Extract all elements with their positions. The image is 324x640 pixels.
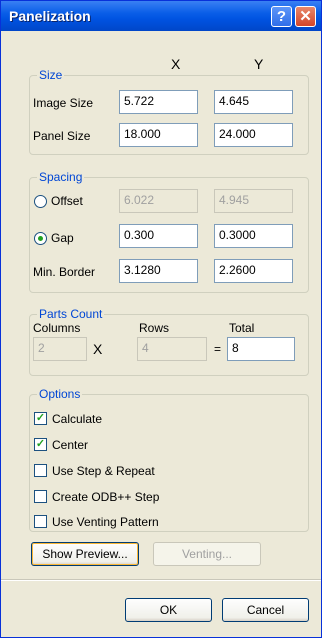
- gap-radio[interactable]: [34, 232, 47, 245]
- ok-button[interactable]: OK: [125, 598, 212, 622]
- venting-button[interactable]: Venting...: [153, 542, 261, 566]
- close-icon[interactable]: ✕: [295, 6, 316, 27]
- image-size-label: Image Size: [33, 96, 94, 110]
- center-checkbox[interactable]: ✓: [34, 438, 47, 451]
- rows-label: Rows: [139, 321, 170, 335]
- check-mark-icon: ✓: [35, 438, 46, 450]
- min-border-y-field[interactable]: 2.2600: [214, 259, 293, 283]
- total-field[interactable]: 8: [227, 337, 295, 361]
- gap-y-field[interactable]: 0.3000: [214, 224, 293, 248]
- gap-radio-selected-dot: [38, 236, 43, 241]
- rows-field[interactable]: 4: [137, 337, 207, 361]
- odb-step-label[interactable]: Create ODB++ Step: [52, 490, 159, 504]
- column-header-y: Y: [254, 56, 264, 72]
- min-border-label: Min. Border: [33, 265, 96, 279]
- offset-label[interactable]: Offset: [51, 194, 83, 208]
- check-mark-icon: ✓: [35, 412, 46, 424]
- odb-step-checkbox[interactable]: [34, 490, 47, 503]
- offset-radio[interactable]: [34, 195, 47, 208]
- cancel-button[interactable]: Cancel: [222, 598, 309, 622]
- times-sign: X: [93, 341, 103, 357]
- offset-x-field[interactable]: 6.022: [119, 189, 198, 213]
- equals-sign: =: [214, 342, 222, 356]
- min-border-x-field[interactable]: 3.1280: [119, 259, 198, 283]
- panelization-dialog: Panelization ? ✕ X Y Size Image Size 5.7…: [0, 0, 322, 638]
- title-bar[interactable]: Panelization ? ✕: [1, 1, 321, 31]
- column-header-x: X: [171, 56, 181, 72]
- image-size-y-field[interactable]: 4.645: [214, 90, 293, 114]
- offset-y-field[interactable]: 4.945: [214, 189, 293, 213]
- venting-pattern-label[interactable]: Use Venting Pattern: [52, 515, 159, 529]
- help-icon[interactable]: ?: [271, 6, 292, 27]
- center-label[interactable]: Center: [52, 438, 88, 452]
- calculate-checkbox[interactable]: ✓: [34, 412, 47, 425]
- panel-size-x-field[interactable]: 18.000: [119, 123, 198, 147]
- show-preview-button[interactable]: Show Preview...: [31, 542, 139, 566]
- step-repeat-checkbox[interactable]: [34, 464, 47, 477]
- parts-count-legend: Parts Count: [37, 307, 105, 321]
- total-label: Total: [229, 321, 255, 335]
- columns-field[interactable]: 2: [33, 337, 87, 361]
- dialog-title: Panelization: [9, 8, 91, 24]
- panel-size-label: Panel Size: [33, 129, 91, 143]
- gap-label[interactable]: Gap: [51, 231, 74, 245]
- calculate-label[interactable]: Calculate: [52, 412, 102, 426]
- spacing-legend: Spacing: [37, 170, 85, 184]
- options-legend: Options: [37, 387, 83, 401]
- panel-size-y-field[interactable]: 24.000: [214, 123, 293, 147]
- gap-x-field[interactable]: 0.300: [119, 224, 198, 248]
- step-repeat-label[interactable]: Use Step & Repeat: [52, 464, 155, 478]
- venting-pattern-checkbox[interactable]: [34, 515, 47, 528]
- size-legend: Size: [37, 68, 65, 82]
- columns-label: Columns: [33, 321, 81, 335]
- footer-divider: [1, 579, 321, 581]
- image-size-x-field[interactable]: 5.722: [119, 90, 198, 114]
